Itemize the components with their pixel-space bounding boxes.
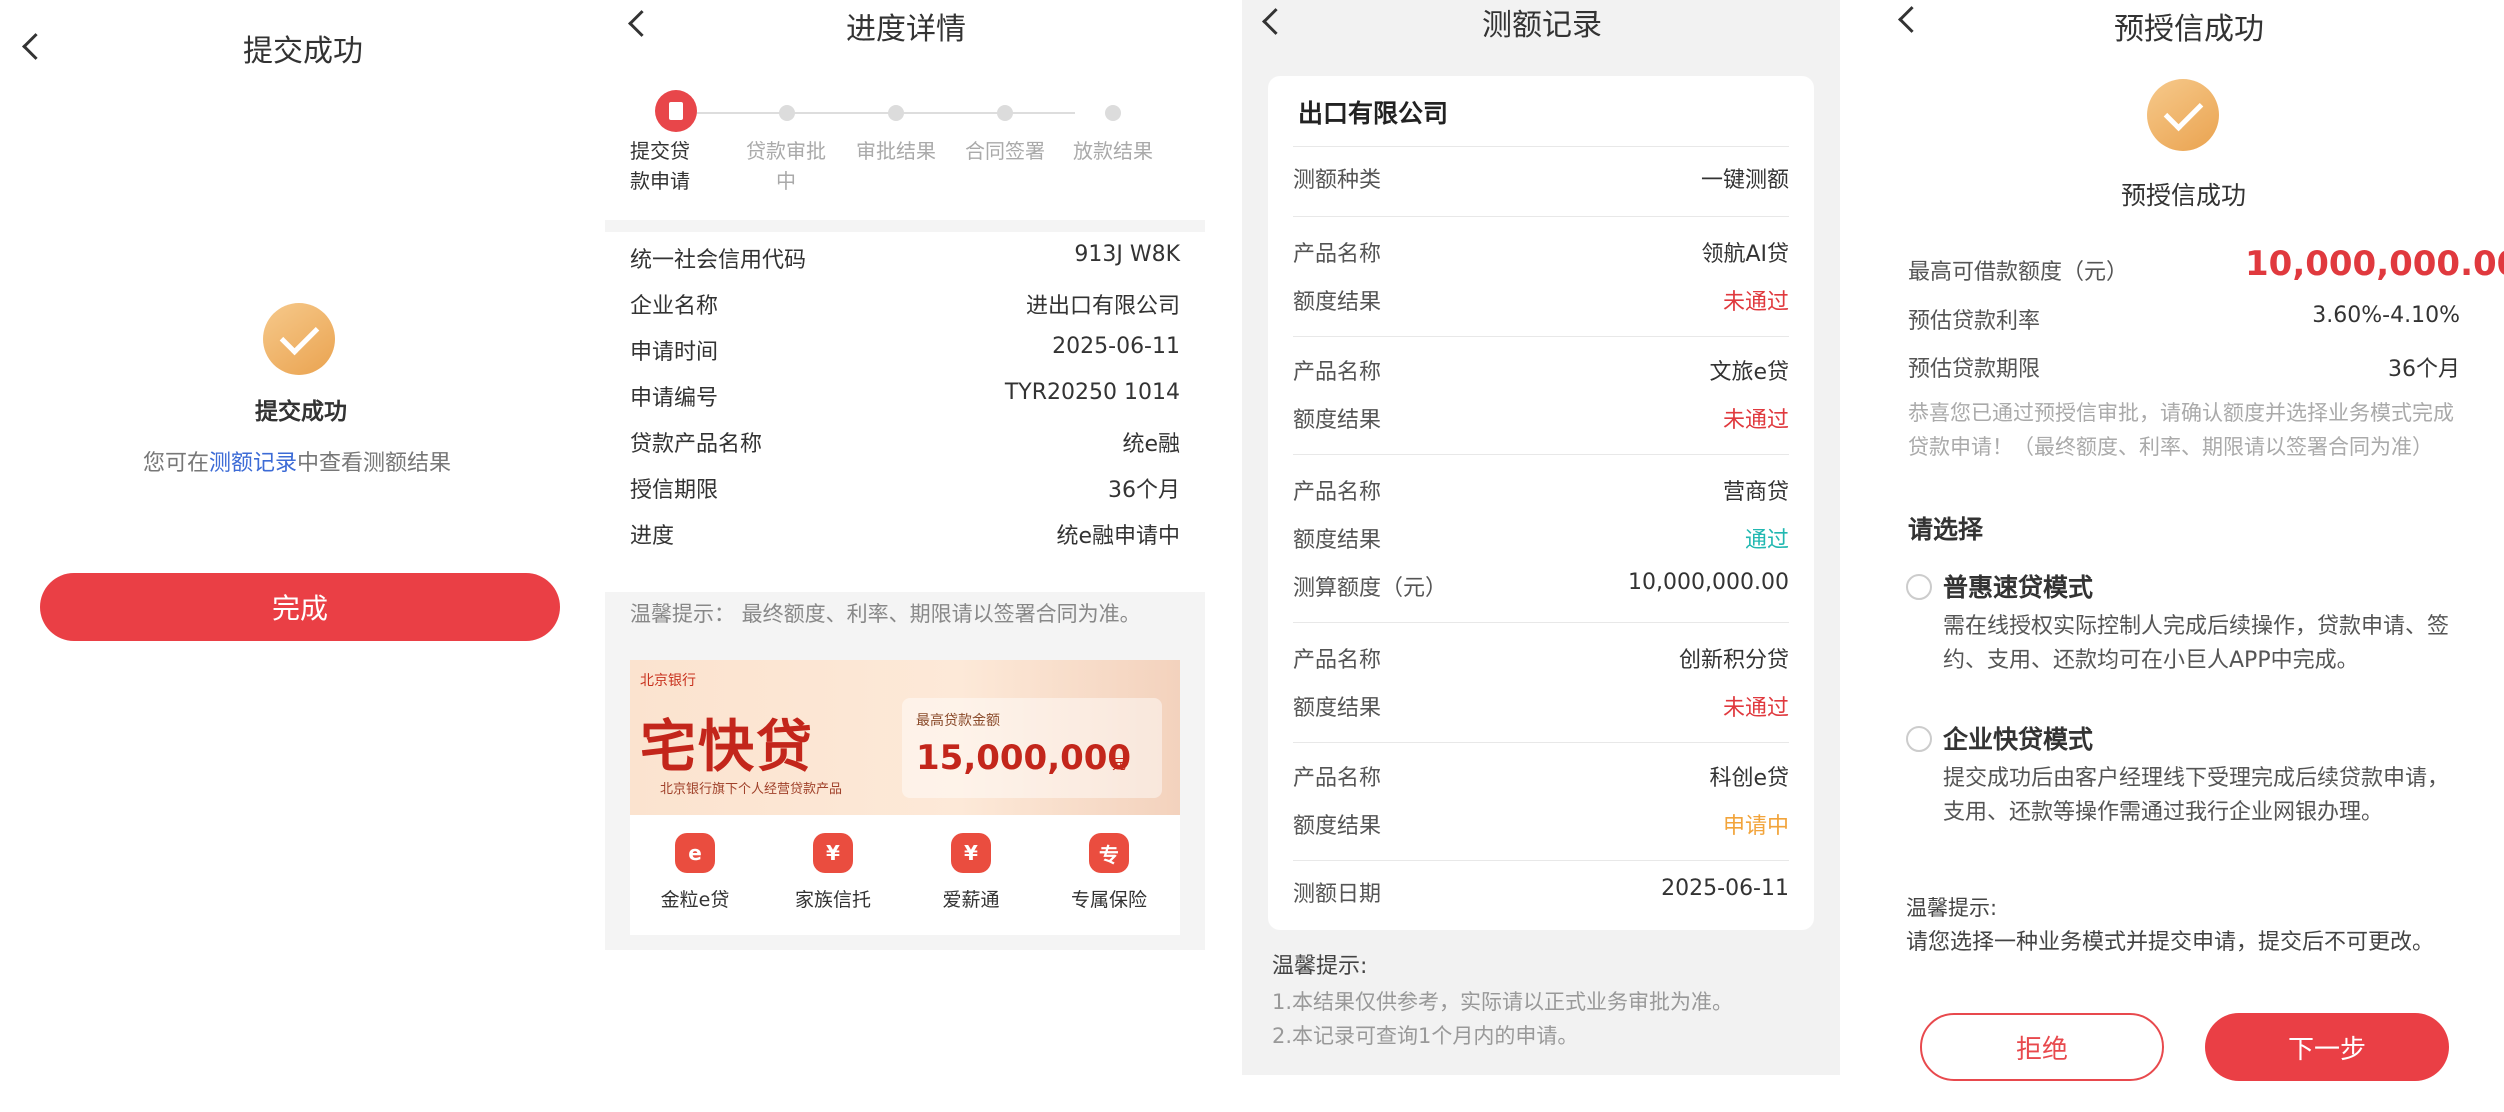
warm-tip: 温馨提示： 最终额度、利率、期限请以签署合同为准。: [630, 602, 1141, 626]
step-label: 放款结果: [1073, 139, 1153, 163]
step-label: 合同签署: [965, 139, 1045, 163]
next-button[interactable]: 下一步: [2205, 1013, 2449, 1081]
success-check-icon: [263, 303, 335, 375]
max-amount-label: 最高可借款额度（元）: [1908, 260, 2129, 285]
salary-icon: ¥: [951, 833, 991, 873]
rate-label: 预估贷款利率: [1908, 309, 2041, 334]
application-info: 统一社会信用代码 913J W8K 企业名称 进出口有限公司 申请时间 2025-06…: [605, 232, 1205, 592]
done-button[interactable]: 完成: [40, 573, 560, 641]
max-amount-value: 10,000,000.00: [2245, 244, 2504, 284]
info-row: 申请编号 TYR20250 1014: [630, 380, 1180, 411]
page-title: 测额记录: [1482, 8, 1602, 43]
status-badge: 申请中: [1722, 814, 1789, 839]
term-label: 预估贷款期限: [1908, 357, 2041, 382]
tip-text: 请您选择一种业务模式并提交申请，提交后不可更改。: [1906, 930, 2435, 955]
mode-radio-enterprise[interactable]: [1906, 726, 1932, 752]
page-title: 进度详情: [846, 12, 966, 47]
step-label: 贷款审批中: [746, 139, 826, 193]
record-row: 测额日期 2025-06-11: [1293, 876, 1789, 907]
promo-banner[interactable]: 北京银行 宅快贷 北京银行旗下个人经营贷款产品 最高贷款金额 15,000,00…: [630, 660, 1180, 815]
tip-title: 温馨提示:: [1272, 954, 1368, 979]
record-row: 额度结果 未通过: [1293, 274, 1789, 322]
info-row: 企业名称 进出口有限公司: [630, 294, 1180, 319]
status-badge: 通过: [1744, 528, 1789, 553]
rate-value: 3.60%-4.10%: [2312, 303, 2460, 328]
record-row: 测算额度（元） 10,000,000.00: [1293, 570, 1789, 601]
approval-description: 恭喜您已通过预授信审批，请确认额度并选择业务模式完成贷款申请！（最终额度、利率、…: [1908, 401, 2454, 459]
reject-button[interactable]: 拒绝: [1920, 1013, 2164, 1081]
status-badge: 未通过: [1722, 408, 1789, 433]
record-row: 额度结果 通过: [1293, 512, 1789, 560]
record-row: 产品名称 科创e贷: [1293, 766, 1789, 791]
record-row: 额度结果 申请中: [1293, 798, 1789, 846]
step-active-doc-icon: [655, 90, 697, 132]
info-row: 申请时间 2025-06-11: [630, 334, 1180, 365]
banner-amount: 15,000,000: [916, 738, 1132, 778]
info-row: 授信期限 36个月: [630, 478, 1180, 503]
panel-progress-detail: 进度详情 提交贷款申请 贷款审批中 审批结果 合同签署 放款结果 统一社会信用代…: [605, 0, 1205, 950]
choose-title: 请选择: [1908, 515, 1984, 544]
step-dot: [997, 105, 1013, 121]
record-row: 产品名称 营商贷: [1293, 480, 1789, 505]
term-value: 36个月: [2388, 357, 2460, 382]
step-label: 审批结果: [856, 139, 936, 163]
step-label: 提交贷款申请: [630, 139, 690, 193]
record-row: 产品名称 领航AI贷: [1293, 242, 1789, 267]
mode-title[interactable]: 企业快贷模式: [1943, 720, 2093, 756]
step-dot: [888, 105, 904, 121]
page-title: 提交成功: [243, 34, 363, 69]
banner-subtitle: 北京银行旗下个人经营贷款产品: [660, 782, 843, 797]
quota-record-link[interactable]: 测额记录: [209, 451, 297, 476]
tip-title: 温馨提示:: [1906, 896, 1998, 920]
success-text: 提交成功: [255, 399, 347, 425]
progress-steps: 提交贷款申请 贷款审批中 审批结果 合同签署 放款结果: [605, 48, 1205, 220]
record-row: 产品名称 文旅e贷: [1293, 360, 1789, 385]
quick-entry-insurance[interactable]: 专专属保险: [1044, 833, 1174, 912]
quick-entry-jinli[interactable]: e 金粒e贷: [630, 833, 760, 912]
record-card: 出口有限公司 测额种类 一键测额 产品名称 领航AI贷 额度结果 未通过 产品名称 文旅…: [1268, 76, 1814, 930]
quick-entry-trust[interactable]: ¥ 家族信托: [768, 833, 898, 912]
tip-line: 2.本记录可查询1个月内的申请。: [1272, 1024, 1579, 1048]
page-title: 预授信成功: [2114, 12, 2264, 47]
record-row: 额度结果 未通过: [1293, 680, 1789, 728]
mode-title[interactable]: 普惠速贷模式: [1943, 568, 2093, 604]
shield-icon: 专: [1089, 833, 1129, 873]
result-hint: 您可在测额记录中查看测额结果: [143, 451, 452, 476]
info-row: 进度 统e融申请中: [630, 524, 1180, 549]
step-dot: [779, 105, 795, 121]
back-icon[interactable]: [1898, 6, 1925, 33]
company-name: 出口有限公司: [1298, 99, 1449, 128]
status-badge: 未通过: [1722, 290, 1789, 315]
money-bag-icon: ¥: [813, 833, 853, 873]
quick-entries: e 金粒e贷 ¥ 家族信托 ¥ 爱薪通 专专属保险: [630, 815, 1180, 935]
back-icon[interactable]: [1262, 8, 1289, 35]
mode-description: 需在线授权实际控制人完成后续操作，贷款申请、签约、支用、还款均可在小巨人APP中…: [1943, 614, 2450, 673]
bank-logo: 北京银行: [640, 673, 696, 689]
back-icon[interactable]: [22, 33, 49, 60]
mode-description: 提交成功后由客户经理线下受理完成后续贷款申请，支用、还款等操作需通过我行企业网银…: [1943, 766, 2450, 825]
record-row: 额度结果 未通过: [1293, 392, 1789, 440]
record-row: 测额种类 一键测额: [1293, 168, 1789, 193]
success-check-icon: [2147, 79, 2219, 151]
panel-quota-records: 测额记录 出口有限公司 测额种类 一键测额 产品名称 领航AI贷 额度结果 未通过 产…: [1242, 0, 1840, 1075]
banner-amount-box: 最高贷款金额 15,000,000 元: [902, 698, 1162, 798]
info-row: 贷款产品名称 统e融: [630, 432, 1180, 457]
record-row: 产品名称 创新积分贷: [1293, 648, 1789, 673]
status-badge: 未通过: [1722, 696, 1789, 721]
info-row: 统一社会信用代码 913J W8K: [630, 242, 1180, 273]
loan-icon: e: [675, 833, 715, 873]
quick-entry-salary[interactable]: ¥ 爱薪通: [906, 833, 1036, 912]
banner-title: 宅快贷: [640, 715, 814, 780]
mode-radio-puhui[interactable]: [1906, 574, 1932, 600]
success-text: 预授信成功: [2121, 181, 2247, 210]
step-dot: [1105, 105, 1121, 121]
tip-line: 1.本结果仅供参考，实际请以正式业务审批为准。: [1272, 990, 1734, 1014]
